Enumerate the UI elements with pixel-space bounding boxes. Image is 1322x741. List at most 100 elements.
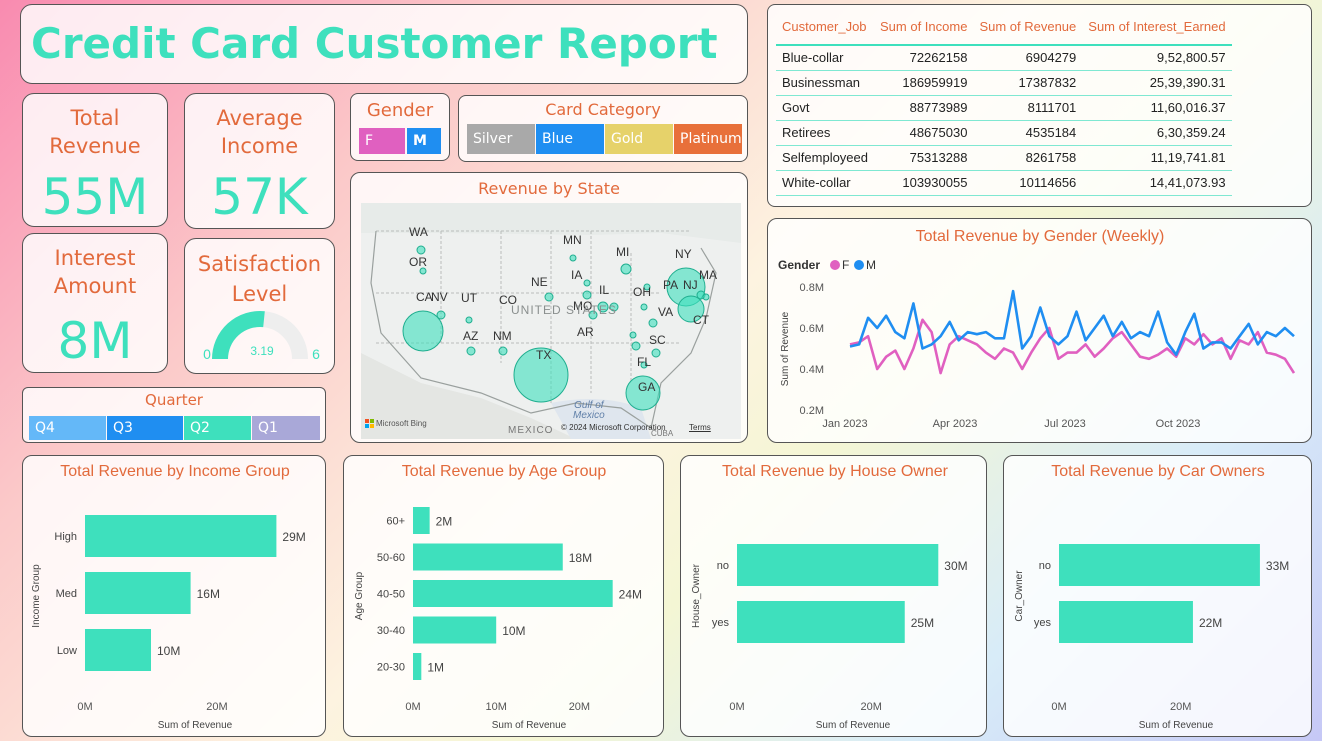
table-cell: Blue-collar xyxy=(782,50,844,66)
table-row[interactable]: Govt 88773989 8111701 11,60,016.37 xyxy=(776,95,1232,120)
kpi-label-line2: Income xyxy=(220,134,299,158)
table-cell: Selfemployeed xyxy=(782,150,868,165)
state-bubble[interactable] xyxy=(466,346,476,356)
car-owner-bar-chart: Total Revenue by Car Owners no 33M yes 22M 0M… xyxy=(1014,463,1289,731)
map-terms-link[interactable]: Terms xyxy=(689,423,711,432)
state-bubble[interactable] xyxy=(702,293,710,301)
table-row[interactable]: Retirees 48675030 4535184 6,30,359.24 xyxy=(776,120,1232,145)
table-row[interactable]: Blue-collar 72262158 6904279 9,52,800.57 xyxy=(776,45,1232,70)
category-label: yes xyxy=(712,617,730,629)
state-label-fl: FL xyxy=(637,355,652,369)
card-option-silver[interactable]: Silver xyxy=(467,124,535,154)
quarter-option-q3[interactable]: Q3 xyxy=(107,416,183,440)
x-axis-label: Sum of Revenue xyxy=(158,720,233,731)
state-bubble[interactable] xyxy=(416,245,426,255)
state-label-ct: CT xyxy=(693,313,709,327)
kpi-label-line2: Amount xyxy=(53,274,137,298)
bar[interactable] xyxy=(737,544,939,586)
x-tick-label: Oct 2023 xyxy=(1156,418,1201,430)
bar[interactable] xyxy=(413,507,430,534)
y-axis-label: Age Group xyxy=(354,571,365,620)
quarter-option-q1[interactable]: Q1 xyxy=(252,416,320,440)
table-cell: 14,41,073.93 xyxy=(1149,175,1226,190)
table-header-cell[interactable]: Sum of Interest_Earned xyxy=(1082,13,1231,45)
gender-option-f[interactable]: F xyxy=(359,128,405,154)
kpi-label: Average Income xyxy=(185,104,334,160)
chart-title: Total Revenue by Age Group xyxy=(402,463,607,480)
state-label-nj: NJ xyxy=(683,278,698,292)
legend-marker-m[interactable] xyxy=(854,260,864,270)
quarter-option-q2[interactable]: Q2 xyxy=(184,416,251,440)
kpi-label-line1: Satisfaction xyxy=(197,252,322,276)
bar[interactable] xyxy=(413,616,497,644)
category-label: no xyxy=(717,560,729,572)
gender-option-m[interactable]: M xyxy=(407,128,441,154)
state-bubble[interactable] xyxy=(583,279,591,287)
state-bubble[interactable] xyxy=(631,341,641,351)
state-bubble[interactable] xyxy=(648,318,658,328)
table-cell: 88773989 xyxy=(909,100,968,115)
table-header-cell[interactable]: Sum of Revenue xyxy=(973,13,1082,45)
y-axis-label: Income Group xyxy=(31,564,42,628)
bar[interactable] xyxy=(1059,544,1260,586)
card-option-gold[interactable]: Gold xyxy=(605,124,673,154)
table-cell: White-collar xyxy=(782,175,851,190)
kpi-total-revenue: Total Revenue 55M xyxy=(22,93,168,227)
bar[interactable] xyxy=(1059,601,1193,643)
state-bubble[interactable] xyxy=(620,263,632,275)
quarter-option-q4[interactable]: Q4 xyxy=(29,416,106,440)
state-bubble[interactable] xyxy=(465,316,473,324)
card-option-platinum[interactable]: Platinum xyxy=(674,124,742,154)
bar[interactable] xyxy=(737,601,905,643)
revenue-by-gender-line-chart: Total Revenue by Gender (Weekly) Gender F M… xyxy=(778,228,1296,430)
customer-job-table-card: Customer_Job Sum of Income Sum of Revenue S… xyxy=(767,4,1312,207)
table-row[interactable]: Selfemployeed 75313288 8261758 11,19,741.81 xyxy=(776,145,1232,170)
house-owner-bar-chart: Total Revenue by House Owner no 30M yes 25M 0… xyxy=(691,463,968,731)
data-label: 10M xyxy=(502,624,525,638)
state-bubble[interactable] xyxy=(651,348,661,358)
legend-marker-f[interactable] xyxy=(830,260,840,270)
map-canvas[interactable]: WA OR CA NV UT CO AZ NM TX MN IA NE MI IL MO AR OH NY PA NJ… xyxy=(361,203,741,439)
gender-slicer: Gender F M xyxy=(350,93,450,161)
x-tick-label: 0M xyxy=(405,701,420,713)
table-row[interactable]: Businessman 186959919 17387832 25,39,390.31 xyxy=(776,70,1232,95)
x-tick-label: 20M xyxy=(206,701,227,713)
bar[interactable] xyxy=(85,572,191,614)
table-header-cell[interactable]: Sum of Income xyxy=(874,13,973,45)
gauge-value: 3.19 xyxy=(250,344,274,358)
bing-text: Microsoft Bing xyxy=(376,419,427,428)
state-bubble[interactable] xyxy=(629,331,637,339)
bar[interactable] xyxy=(413,653,422,680)
data-label: 2M xyxy=(436,515,453,529)
card-option-blue[interactable]: Blue xyxy=(536,124,604,154)
table-header-cell[interactable]: Customer_Job xyxy=(776,13,874,45)
table-cell: 103930055 xyxy=(902,175,968,190)
kpi-label-line1: Total xyxy=(70,106,120,130)
state-bubble[interactable] xyxy=(498,346,508,356)
kpi-satisfaction-level: Satisfaction Level 3.19 0 6 xyxy=(184,238,335,374)
y-tick-label: 0.2M xyxy=(800,405,824,417)
category-label: 20-30 xyxy=(377,662,405,674)
state-bubble[interactable] xyxy=(569,254,577,262)
state-bubble[interactable] xyxy=(640,303,648,311)
report-title: Credit Card Customer Report xyxy=(31,19,718,68)
table-cell: 11,60,016.37 xyxy=(1150,100,1226,115)
satisfaction-gauge: 3.19 0 6 xyxy=(203,311,320,362)
state-bubble[interactable] xyxy=(402,310,444,352)
state-bubble[interactable] xyxy=(582,290,592,300)
chart-title: Total Revenue by Car Owners xyxy=(1051,463,1264,480)
bar[interactable] xyxy=(85,629,151,671)
gauge-max: 6 xyxy=(312,346,320,362)
table-row[interactable]: White-collar 103930055 10114656 14,41,073.9… xyxy=(776,170,1232,195)
report-title-card: Credit Card Customer Report xyxy=(20,4,748,84)
bar[interactable] xyxy=(85,515,277,557)
series-line-m[interactable] xyxy=(849,289,1295,356)
quarter-slicer: Quarter Q4 Q3 Q2 Q1 xyxy=(22,387,326,443)
bar[interactable] xyxy=(413,580,613,607)
state-bubble[interactable] xyxy=(544,292,554,302)
table-cell: 75313288 xyxy=(909,150,968,165)
state-label-or: OR xyxy=(409,255,427,269)
state-label-il: IL xyxy=(599,283,610,297)
y-tick-label: 0.6M xyxy=(800,323,824,335)
bar[interactable] xyxy=(413,543,563,571)
